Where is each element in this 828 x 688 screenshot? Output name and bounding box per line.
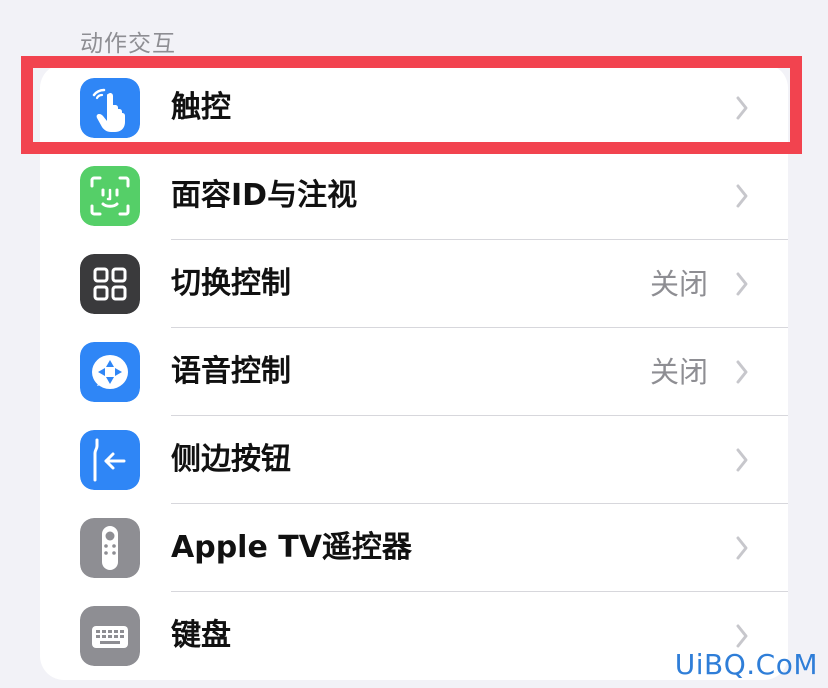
- section-header: 动作交互: [80, 31, 176, 57]
- accessibility-settings-screen: 动作交互 触控 面容ID与注视 切换控制 关闭 语音控制 关闭 侧边按钮 App…: [0, 0, 828, 688]
- hand-touch-icon: [80, 78, 140, 138]
- row-label: 触控: [171, 90, 231, 125]
- row-value: 关闭: [649, 355, 708, 389]
- face-id-icon: [80, 166, 140, 226]
- chevron-right-icon: [734, 534, 750, 562]
- chevron-right-icon: [734, 446, 750, 474]
- row-label: 侧边按钮: [171, 442, 291, 477]
- side-button-icon: [80, 430, 140, 490]
- row-side-button[interactable]: 侧边按钮: [40, 416, 788, 504]
- row-label: 语音控制: [171, 354, 291, 389]
- chevron-right-icon: [734, 94, 750, 122]
- row-voice-control[interactable]: 语音控制 关闭: [40, 328, 788, 416]
- keyboard-icon: [80, 606, 140, 666]
- chevron-right-icon: [734, 622, 750, 650]
- chevron-right-icon: [734, 182, 750, 210]
- voice-control-icon: [80, 342, 140, 402]
- watermark: UiBQ.CoM: [674, 648, 818, 681]
- row-face-id[interactable]: 面容ID与注视: [40, 152, 788, 240]
- apple-tv-remote-icon: [80, 518, 140, 578]
- row-label: 面容ID与注视: [171, 178, 358, 213]
- switch-control-icon: [80, 254, 140, 314]
- row-value: 关闭: [649, 267, 708, 301]
- row-switch-control[interactable]: 切换控制 关闭: [40, 240, 788, 328]
- row-apple-tv-remote[interactable]: Apple TV遥控器: [40, 504, 788, 592]
- row-label: 键盘: [171, 618, 231, 653]
- settings-group: 触控 面容ID与注视 切换控制 关闭 语音控制 关闭 侧边按钮 Apple TV…: [40, 64, 788, 680]
- row-touch[interactable]: 触控: [40, 64, 788, 152]
- row-label: 切换控制: [171, 266, 291, 301]
- chevron-right-icon: [734, 358, 750, 386]
- row-label: Apple TV遥控器: [171, 530, 412, 565]
- chevron-right-icon: [734, 270, 750, 298]
